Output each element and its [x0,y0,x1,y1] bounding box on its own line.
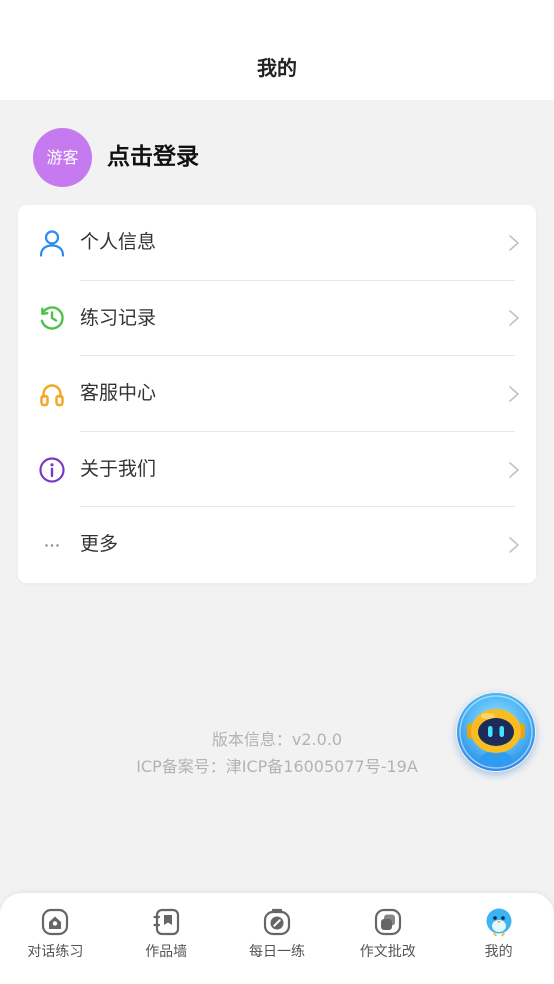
menu-item-label: 更多 [80,533,119,556]
menu-item-personal-info[interactable]: 个人信息 [18,205,536,281]
chevron-right-icon [508,309,520,327]
menu-item-customer-service[interactable]: 客服中心 [18,356,536,432]
menu-item-label: 关于我们 [80,457,157,480]
tab-label: 我的 [484,944,513,960]
tab-daily-practice[interactable]: 每日一练 [222,893,333,984]
info-icon [38,456,66,484]
tab-chat-practice[interactable]: 对话练习 [0,893,111,984]
tab-label: 作文批改 [359,944,416,960]
robot-assistant-icon [457,693,535,771]
works-wall-icon [151,907,181,937]
chat-practice-icon [40,907,70,937]
menu-item-more[interactable]: 更多 [18,507,536,583]
mascot-bird-icon [484,907,514,937]
chevron-right-icon [508,385,520,403]
more-dots-icon [38,531,66,559]
menu-item-label: 个人信息 [80,231,157,253]
chevron-right-icon [508,461,520,479]
tab-works-wall[interactable]: 作品墙 [111,893,222,984]
login-link[interactable]: 点击登录 [107,141,199,173]
chevron-right-icon [508,234,520,252]
menu-item-practice-history[interactable]: 练习记录 [18,281,536,357]
chevron-right-icon [508,536,520,554]
tab-label: 对话练习 [27,944,84,960]
tab-mine[interactable]: 我的 [443,893,554,984]
menu-item-about-us[interactable]: 关于我们 [18,432,536,508]
tab-label: 每日一练 [248,944,305,960]
menu-item-label: 客服中心 [80,382,157,405]
avatar[interactable]: 游客 [33,128,92,187]
history-clock-icon [38,304,66,332]
person-icon [38,229,66,257]
tab-label: 作品墙 [145,944,188,960]
top-header: 我的 [0,0,554,100]
menu-card: 个人信息 练习记录 客服中心 关于我们 更多 [18,205,536,583]
bottom-tab-bar: 对话练习 作品墙 每日一练 作文批改 我的 [0,893,554,984]
tab-essay-correction[interactable]: 作文批改 [332,893,443,984]
headphones-icon [38,380,66,408]
daily-practice-icon [262,907,292,937]
menu-item-label: 练习记录 [80,306,157,329]
page-title: 我的 [257,56,297,80]
essay-correction-icon [373,907,403,937]
robot-assistant-button[interactable] [456,692,536,772]
